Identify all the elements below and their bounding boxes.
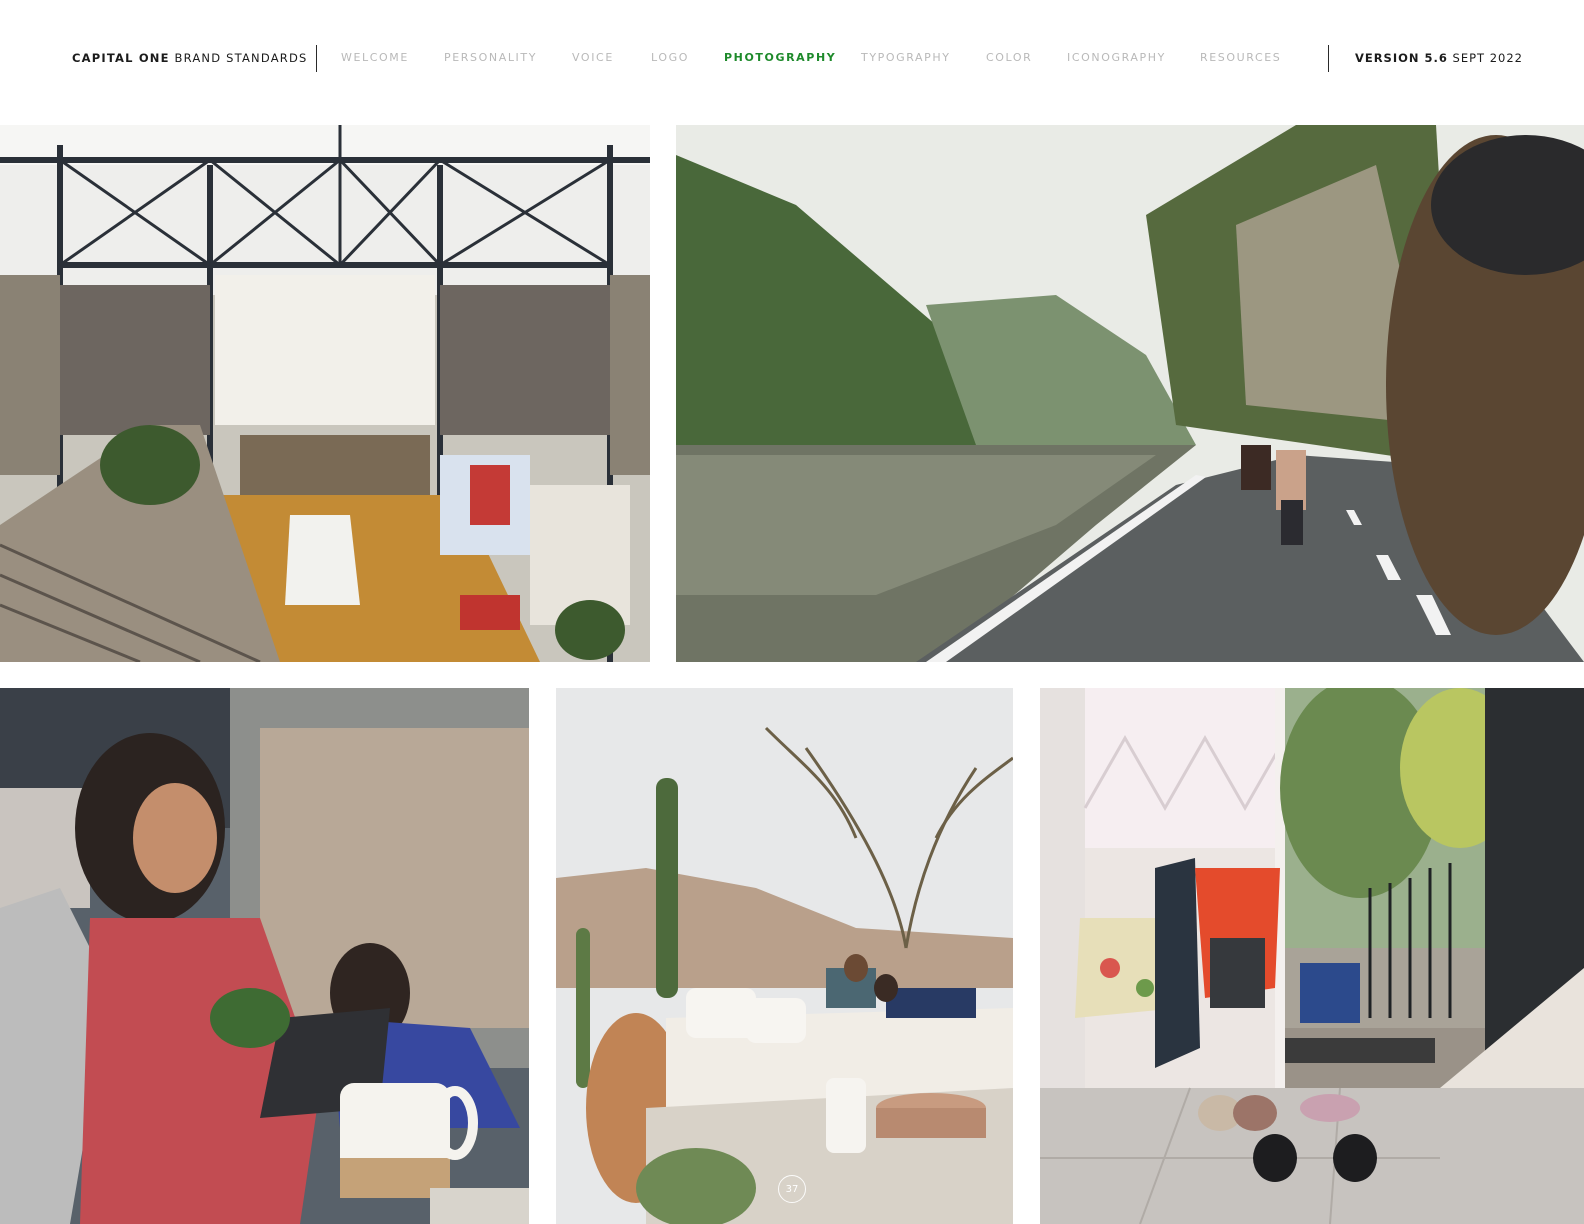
nav-typography[interactable]: TYPOGRAPHY bbox=[861, 51, 951, 64]
header-divider-right bbox=[1328, 45, 1329, 72]
cafe-woman-mug-photo bbox=[0, 688, 529, 1224]
header-divider-left bbox=[316, 45, 317, 72]
brand-subtitle: BRAND STANDARDS bbox=[174, 51, 308, 65]
version-number: VERSION 5.6 bbox=[1354, 51, 1448, 65]
nav-voice[interactable]: VOICE bbox=[572, 51, 614, 64]
doorway-bags-shoes-photo bbox=[1040, 688, 1584, 1224]
nav-welcome[interactable]: WELCOME bbox=[341, 51, 409, 64]
version-info: VERSION 5.6 SEPT 2022 bbox=[1355, 51, 1523, 65]
office-atrium-photo bbox=[0, 125, 650, 662]
version-date: SEPT 2022 bbox=[1452, 51, 1523, 65]
brand-title: CAPITAL ONE BRAND STANDARDS bbox=[72, 51, 308, 65]
mountain-road-scooter-photo bbox=[676, 125, 1584, 662]
page-header: CAPITAL ONE BRAND STANDARDS WELCOME PERS… bbox=[0, 0, 1584, 118]
nav-photography[interactable]: PHOTOGRAPHY bbox=[724, 51, 836, 64]
brand-name: CAPITAL ONE bbox=[72, 51, 170, 65]
nav-personality[interactable]: PERSONALITY bbox=[444, 51, 537, 64]
page-number: 37 bbox=[778, 1175, 806, 1203]
desert-patio-couple-photo bbox=[556, 688, 1013, 1224]
nav-resources[interactable]: RESOURCES bbox=[1200, 51, 1281, 64]
nav-color[interactable]: COLOR bbox=[986, 51, 1032, 64]
nav-logo[interactable]: LOGO bbox=[651, 51, 689, 64]
nav-iconography[interactable]: ICONOGRAPHY bbox=[1067, 51, 1166, 64]
